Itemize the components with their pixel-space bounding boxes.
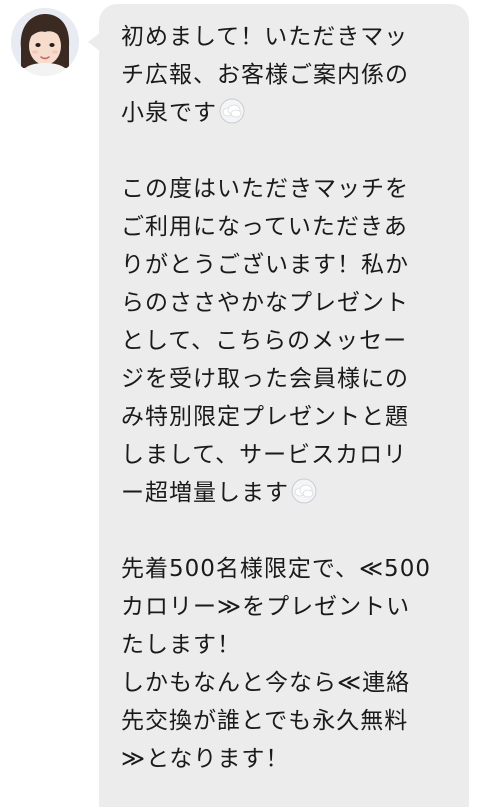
message-line: しかもなんと今なら≪連絡 — [121, 670, 411, 696]
avatar[interactable] — [11, 8, 79, 76]
message-line: として、こちらのメッセー — [121, 328, 408, 354]
avatar-photo-icon — [11, 8, 79, 76]
message-line-with-emoji: ー超増量します — [121, 474, 449, 512]
message-line: りがとうございます！私か — [121, 252, 409, 278]
message-line: この度はいただきマッチを — [121, 176, 409, 202]
message-line: み特別限定プレゼントと題 — [121, 404, 409, 430]
message-line: 小泉です — [121, 100, 217, 126]
message-line: 先着500名様限定で、≪500 — [121, 556, 431, 582]
cloud-emoji-icon — [291, 478, 317, 504]
chat-view: 初めまして！いただきマッ チ広報、お客様ご案内係の 小泉です この度はいただきマ… — [0, 0, 487, 807]
message-line: チ広報、お客様ご案内係の — [121, 62, 409, 88]
message-line: ご利用になっていただきあ — [121, 214, 408, 240]
message-line: らのささやかなプレゼント — [121, 290, 409, 316]
message-line: ジを受け取った会員様にの — [121, 366, 409, 392]
message-bubble[interactable]: 初めまして！いただきマッ チ広報、お客様ご案内係の 小泉です この度はいただきマ… — [99, 4, 469, 807]
message-line: カロリー≫をプレゼントい — [121, 594, 411, 620]
message-line: ≫となります！ — [121, 746, 290, 772]
message-line: 初めまして！いただきマッ — [121, 24, 409, 50]
message-line: たします！ — [121, 632, 241, 658]
message-line: しまして、サービスカロリ — [121, 442, 408, 468]
cloud-emoji-icon — [219, 98, 245, 124]
message-line: 先交換が誰とでも永久無料 — [121, 708, 409, 734]
message-line: ー超増量します — [121, 480, 289, 506]
message-text: 初めまして！いただきマッ チ広報、お客様ご案内係の 小泉です この度はいただきマ… — [121, 18, 449, 778]
message-line-with-emoji: 小泉です — [121, 94, 449, 132]
